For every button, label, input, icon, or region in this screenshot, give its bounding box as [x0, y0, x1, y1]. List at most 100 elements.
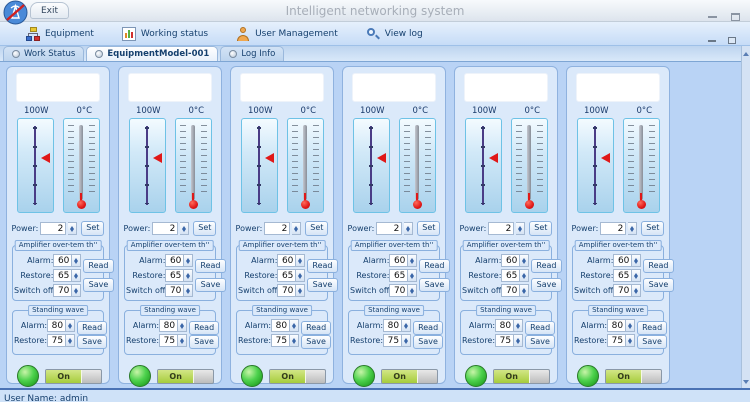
spinner-down-icon[interactable] — [404, 341, 408, 346]
amp-switch-off-spinner[interactable] — [184, 284, 193, 297]
mdi-restore-icon[interactable] — [728, 37, 736, 44]
amp-switch-off-input[interactable]: 70 — [53, 284, 72, 297]
set-power-button[interactable]: Set — [305, 221, 328, 236]
sw-alarm-input[interactable]: 80 — [383, 319, 402, 332]
amp-restore-input[interactable]: 65 — [613, 269, 632, 282]
amp-read-button[interactable]: Read — [643, 259, 673, 273]
sw-read-button[interactable]: Read — [301, 321, 331, 335]
amp-read-button[interactable]: Read — [307, 259, 337, 273]
power-input[interactable]: 2 — [264, 222, 290, 235]
amp-restore-input[interactable]: 65 — [277, 269, 296, 282]
spinner-down-icon[interactable] — [628, 326, 632, 331]
sw-alarm-input[interactable]: 80 — [271, 319, 290, 332]
sw-alarm-spinner[interactable] — [66, 319, 75, 332]
spinner-down-icon[interactable] — [634, 261, 638, 266]
sw-restore-input[interactable]: 75 — [495, 334, 514, 347]
amp-save-button[interactable]: Save — [643, 278, 673, 292]
tab-log-info[interactable]: Log Info — [220, 46, 284, 61]
spinner-down-icon[interactable] — [294, 229, 298, 234]
amp-switch-off-spinner[interactable] — [408, 284, 417, 297]
spinner-down-icon[interactable] — [410, 276, 414, 281]
minimize-icon[interactable] — [708, 16, 717, 18]
sw-alarm-spinner[interactable] — [290, 319, 299, 332]
amp-restore-spinner[interactable] — [632, 269, 641, 282]
amp-alarm-spinner[interactable] — [520, 254, 529, 267]
amp-restore-spinner[interactable] — [408, 269, 417, 282]
sw-alarm-input[interactable]: 80 — [607, 319, 626, 332]
sw-read-button[interactable]: Read — [637, 321, 667, 335]
toolbar-user-management-button[interactable]: User Management — [236, 27, 338, 41]
amp-restore-input[interactable]: 65 — [165, 269, 184, 282]
spinner-down-icon[interactable] — [292, 326, 296, 331]
amp-restore-spinner[interactable] — [520, 269, 529, 282]
sw-restore-input[interactable]: 75 — [159, 334, 178, 347]
spinner-down-icon[interactable] — [182, 229, 186, 234]
sw-restore-spinner[interactable] — [402, 334, 411, 347]
spinner-down-icon[interactable] — [186, 261, 190, 266]
spinner-down-icon[interactable] — [298, 276, 302, 281]
spinner-down-icon[interactable] — [68, 341, 72, 346]
set-power-button[interactable]: Set — [193, 221, 216, 236]
sw-alarm-spinner[interactable] — [178, 319, 187, 332]
amp-restore-spinner[interactable] — [72, 269, 81, 282]
power-input[interactable]: 2 — [40, 222, 66, 235]
set-power-button[interactable]: Set — [81, 221, 104, 236]
spinner-down-icon[interactable] — [292, 341, 296, 346]
on-toggle[interactable]: On — [493, 369, 550, 384]
spinner-down-icon[interactable] — [634, 276, 638, 281]
toolbar-view-log-button[interactable]: View log — [366, 27, 423, 41]
sw-save-button[interactable]: Save — [637, 335, 667, 349]
amp-alarm-spinner[interactable] — [72, 254, 81, 267]
scroll-up-icon[interactable] — [743, 49, 749, 56]
power-spinner[interactable] — [68, 222, 77, 235]
on-toggle[interactable]: On — [269, 369, 326, 384]
spinner-down-icon[interactable] — [186, 276, 190, 281]
amp-alarm-spinner[interactable] — [184, 254, 193, 267]
sw-save-button[interactable]: Save — [189, 335, 219, 349]
amp-alarm-input[interactable]: 60 — [501, 254, 520, 267]
amp-read-button[interactable]: Read — [195, 259, 225, 273]
amp-switch-off-spinner[interactable] — [520, 284, 529, 297]
sw-save-button[interactable]: Save — [413, 335, 443, 349]
amp-alarm-input[interactable]: 60 — [277, 254, 296, 267]
on-toggle[interactable]: On — [45, 369, 102, 384]
sw-restore-spinner[interactable] — [514, 334, 523, 347]
sw-alarm-spinner[interactable] — [626, 319, 635, 332]
sw-restore-input[interactable]: 75 — [47, 334, 66, 347]
amp-alarm-input[interactable]: 60 — [613, 254, 632, 267]
spinner-down-icon[interactable] — [74, 276, 78, 281]
sw-restore-spinner[interactable] — [178, 334, 187, 347]
spinner-down-icon[interactable] — [518, 229, 522, 234]
sw-save-button[interactable]: Save — [301, 335, 331, 349]
amp-alarm-spinner[interactable] — [408, 254, 417, 267]
power-input[interactable]: 2 — [600, 222, 626, 235]
power-spinner[interactable] — [292, 222, 301, 235]
sw-alarm-input[interactable]: 80 — [159, 319, 178, 332]
exit-button[interactable]: Exit — [30, 2, 69, 19]
amp-save-button[interactable]: Save — [419, 278, 449, 292]
sw-restore-input[interactable]: 75 — [271, 334, 290, 347]
amp-save-button[interactable]: Save — [307, 278, 337, 292]
scroll-down-icon[interactable] — [743, 380, 749, 387]
toolbar-equipment-button[interactable]: Equipment — [26, 27, 94, 41]
sw-alarm-input[interactable]: 80 — [47, 319, 66, 332]
amp-save-button[interactable]: Save — [531, 278, 561, 292]
power-spinner[interactable] — [404, 222, 413, 235]
power-input[interactable]: 2 — [488, 222, 514, 235]
amp-switch-off-input[interactable]: 70 — [501, 284, 520, 297]
amp-save-button[interactable]: Save — [83, 278, 113, 292]
sw-restore-spinner[interactable] — [66, 334, 75, 347]
vertical-scrollbar[interactable] — [741, 46, 750, 390]
on-toggle[interactable]: On — [381, 369, 438, 384]
spinner-down-icon[interactable] — [298, 261, 302, 266]
amp-restore-input[interactable]: 65 — [53, 269, 72, 282]
amp-switch-off-spinner[interactable] — [296, 284, 305, 297]
tab-work-status[interactable]: Work Status — [3, 46, 84, 61]
spinner-down-icon[interactable] — [406, 229, 410, 234]
sw-restore-input[interactable]: 75 — [607, 334, 626, 347]
power-spinner[interactable] — [180, 222, 189, 235]
amp-save-button[interactable]: Save — [195, 278, 225, 292]
amp-read-button[interactable]: Read — [531, 259, 561, 273]
power-input[interactable]: 2 — [152, 222, 178, 235]
sw-restore-input[interactable]: 75 — [383, 334, 402, 347]
